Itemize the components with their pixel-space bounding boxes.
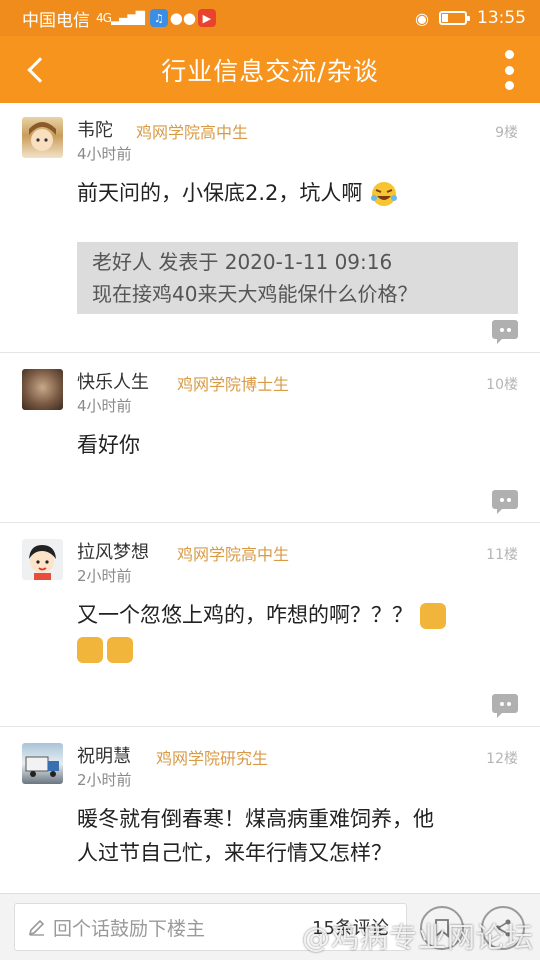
post-item: 拉风梦想 鸡网学院高中生 11楼 2小时前 又一个忽悠上鸡的，咋想的啊？？？ <box>0 523 540 727</box>
floor-number: 11楼 <box>486 547 518 563</box>
post-time: 4小时前 <box>77 397 132 415</box>
username[interactable]: 快乐人生 <box>77 368 149 394</box>
laughing-emoji-icon <box>371 182 398 206</box>
quote-author: 老好人 发表于 2020-1-11 09:16 <box>92 250 393 274</box>
quote-text: 现在接鸡40来天大鸡能保什么价格？ <box>92 282 418 306</box>
reply-icon[interactable] <box>492 320 518 344</box>
clock: 13:55 <box>477 8 526 28</box>
post-time: 2小时前 <box>77 567 132 585</box>
quoted-post: 老好人 发表于 2020-1-11 09:16 现在接鸡40来天大鸡能保什么价格… <box>77 242 518 314</box>
user-rank-badge: 鸡网学院高中生 <box>177 545 290 564</box>
signal-icon: 4G▂▄▆█ <box>96 11 145 25</box>
post-content: 又一个忽悠上鸡的，咋想的啊？？？ <box>77 598 500 666</box>
clap-emoji-icon <box>107 637 133 663</box>
video-app-icon: ▶ <box>197 9 216 27</box>
clap-emoji-icon <box>77 637 103 663</box>
user-rank-badge: 鸡网学院研究生 <box>156 749 269 768</box>
username[interactable]: 祝明慧 <box>77 742 131 768</box>
post-content: 看好你 <box>77 433 140 457</box>
eye-icon: ◉ <box>415 8 429 28</box>
carrier-label: 中国电信 <box>22 10 90 31</box>
avatar[interactable] <box>22 539 63 580</box>
user-rank-badge: 鸡网学院高中生 <box>136 123 249 142</box>
nav-bar: 行业信息交流/杂谈 <box>0 36 540 103</box>
reply-icon[interactable] <box>492 694 518 718</box>
watermark: @鸡病专业网论坛 <box>301 921 534 954</box>
status-bar: 中国电信 4G▂▄▆█ ♫ ●● ▶ ◉ 13:55 <box>0 0 540 36</box>
reply-icon[interactable] <box>492 490 518 514</box>
post-time: 2小时前 <box>77 771 132 789</box>
post-time: 4小时前 <box>77 145 132 163</box>
pencil-icon <box>28 919 45 936</box>
user-rank-badge: 鸡网学院博士生 <box>177 375 290 394</box>
username[interactable]: 韦陀 <box>77 116 113 142</box>
post-content: 前天问的，小保底2.2，坑人啊 <box>77 176 500 210</box>
more-menu-icon[interactable] <box>502 50 516 90</box>
wechat-icon: ●● <box>169 9 196 27</box>
post-item: 祝明慧 鸡网学院研究生 12楼 2小时前 暖冬就有倒春寒！煤高病重难饲养，他 人… <box>0 727 540 893</box>
post-item: 韦陀 鸡网学院高中生 9楼 4小时前 前天问的，小保底2.2，坑人啊 老好人 发… <box>0 103 540 353</box>
clap-emoji-icon <box>419 603 446 629</box>
comment-placeholder: 回个话鼓励下楼主 <box>53 917 206 940</box>
avatar[interactable] <box>22 743 63 784</box>
floor-number: 12楼 <box>486 751 518 767</box>
music-app-icon: ♫ <box>149 9 168 27</box>
back-icon[interactable] <box>18 52 54 88</box>
post-item: 快乐人生 鸡网学院博士生 10楼 4小时前 看好你 <box>0 353 540 523</box>
page-title: 行业信息交流/杂谈 <box>161 56 379 86</box>
post-content: 暖冬就有倒春寒！煤高病重难饲养，他 人过节自己忙，来年行情又怎样？ <box>77 807 434 865</box>
username[interactable]: 拉风梦想 <box>77 538 149 564</box>
avatar[interactable] <box>22 369 63 410</box>
avatar[interactable] <box>22 117 63 158</box>
floor-number: 9楼 <box>495 125 518 141</box>
battery-icon <box>439 11 470 25</box>
floor-number: 10楼 <box>486 377 518 393</box>
